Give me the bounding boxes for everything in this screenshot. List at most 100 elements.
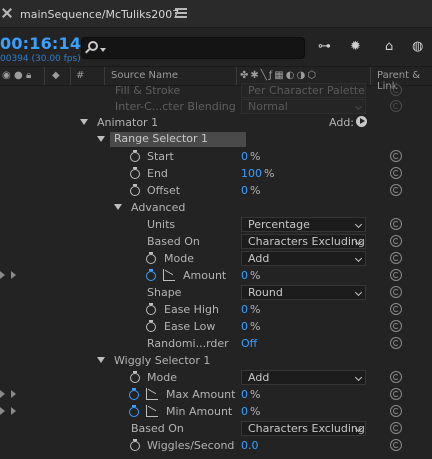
mode-dropdown[interactable]: Add [241, 251, 366, 266]
pickwhip-icon[interactable] [390, 252, 402, 264]
randomize-order-toggle[interactable]: Off [241, 337, 257, 350]
current-time-display[interactable]: 00:16:14 [0, 34, 81, 53]
pickwhip-icon[interactable] [390, 235, 402, 247]
stopwatch-icon[interactable] [130, 439, 141, 451]
pickwhip-icon[interactable] [390, 439, 402, 451]
draft-3d-icon[interactable]: ✹ [350, 39, 361, 54]
pickwhip-icon[interactable] [390, 184, 402, 196]
layer-number-header: # [76, 70, 85, 81]
stopwatch-icon[interactable] [129, 388, 140, 400]
keyframe-nav-icon[interactable] [11, 271, 16, 279]
pickwhip-icon[interactable] [390, 150, 402, 162]
property-row: Mode Add [0, 250, 432, 267]
stopwatch-icon[interactable] [146, 320, 157, 332]
expand-triangle-icon[interactable] [97, 136, 105, 142]
pickwhip-icon[interactable] [390, 84, 402, 96]
motion-blur-icon[interactable]: ◍ [412, 39, 423, 54]
stopwatch-icon[interactable] [130, 371, 141, 383]
source-name-header[interactable]: Source Name [111, 70, 178, 81]
property-row: Mode Add [0, 369, 432, 386]
stopwatch-icon[interactable] [146, 303, 157, 315]
property-row: End 100% [0, 165, 432, 182]
graph-icon[interactable] [146, 405, 158, 417]
pickwhip-icon[interactable] [390, 286, 402, 298]
graph-icon[interactable] [146, 388, 158, 400]
animator-row[interactable]: Animator 1 Add: [0, 114, 432, 131]
keyframe-nav-icon[interactable] [0, 407, 5, 415]
stopwatch-icon[interactable] [130, 184, 141, 196]
offset-value[interactable]: 0% [241, 184, 260, 197]
expand-triangle-icon[interactable] [114, 204, 122, 210]
start-value[interactable]: 0% [241, 150, 260, 163]
layer-switches-icons: ✤✱╲ƒ▦◐◑⬡ [240, 70, 318, 81]
search-icon [88, 41, 98, 51]
pickwhip-icon[interactable] [390, 371, 402, 383]
pickwhip-icon[interactable] [390, 100, 402, 112]
property-list: Fill & Stroke Per Character Palette Inte… [0, 83, 432, 459]
stopwatch-icon[interactable] [129, 405, 140, 417]
shape-dropdown[interactable]: Round [241, 285, 366, 300]
wiggly-mode-dropdown[interactable]: Add [241, 370, 366, 385]
property-row: Based On Characters Excluding Spaces [0, 233, 432, 250]
property-row: Max Amount 0% [0, 386, 432, 403]
stopwatch-icon[interactable] [130, 150, 141, 162]
keyframe-nav-icon[interactable] [0, 271, 5, 279]
range-selector-name[interactable]: Range Selector 1 [110, 132, 247, 147]
expand-triangle-icon[interactable] [80, 119, 88, 125]
pickwhip-icon[interactable] [390, 422, 402, 434]
blending-dropdown[interactable]: Normal [241, 99, 366, 114]
comp-flowchart-icon[interactable]: ⊶ [318, 39, 331, 54]
pickwhip-icon[interactable] [390, 405, 402, 417]
label-tag-icon[interactable]: ◆ [52, 70, 60, 81]
pickwhip-icon[interactable] [390, 269, 402, 281]
property-row: Start 0% [0, 148, 432, 165]
keyframe-nav-icon[interactable] [11, 407, 16, 415]
property-row: Wiggles/Second 0.0 [0, 437, 432, 454]
stopwatch-icon[interactable] [130, 167, 141, 179]
graph-icon[interactable] [163, 269, 175, 281]
composition-tab-title[interactable]: mainSequence/McTuliks2007 [20, 8, 179, 21]
property-row: Units Percentage [0, 216, 432, 233]
fill-stroke-dropdown[interactable]: Per Character Palette [241, 83, 366, 98]
min-amount-value[interactable]: 0% [241, 405, 260, 418]
frame-rate-display: 00394 (30.00 fps) [0, 54, 81, 64]
selector-row[interactable]: Range Selector 1 [0, 131, 432, 148]
pickwhip-icon[interactable] [390, 218, 402, 230]
pickwhip-icon[interactable] [390, 388, 402, 400]
add-menu-label[interactable]: Add: [329, 116, 354, 129]
property-row: Shape Round [0, 284, 432, 301]
pickwhip-icon[interactable] [390, 337, 402, 349]
wiggles-per-second-value[interactable]: 0.0 [241, 439, 259, 452]
keyframe-nav-icon[interactable] [0, 390, 5, 398]
pickwhip-icon[interactable] [390, 167, 402, 179]
stopwatch-icon[interactable] [146, 252, 157, 264]
selector-row[interactable]: Wiggly Selector 1 [0, 352, 432, 369]
animator-name[interactable]: Animator 1 [97, 116, 158, 129]
panel-tab-bar: mainSequence/McTuliks2007 [0, 0, 432, 28]
ease-high-value[interactable]: 0% [241, 303, 260, 316]
units-dropdown[interactable]: Percentage [241, 217, 366, 232]
add-menu-button[interactable] [356, 116, 367, 127]
expand-triangle-icon[interactable] [97, 357, 105, 363]
group-row[interactable]: Advanced [0, 199, 432, 216]
chevron-down-icon [100, 48, 106, 52]
based-on-dropdown[interactable]: Characters Excluding Spaces [241, 234, 366, 249]
solo-icon[interactable]: ● [14, 70, 23, 81]
lock-icon[interactable]: 🔒︎ [26, 70, 31, 81]
max-amount-value[interactable]: 0% [241, 388, 260, 401]
close-icon[interactable] [2, 8, 12, 18]
search-input[interactable] [81, 37, 305, 59]
stopwatch-icon[interactable] [146, 269, 157, 281]
pickwhip-icon[interactable] [390, 320, 402, 332]
ease-low-value[interactable]: 0% [241, 320, 260, 333]
keyframe-nav-icon[interactable] [11, 390, 16, 398]
property-row: Offset 0% [0, 182, 432, 199]
panel-menu-icon[interactable] [175, 8, 187, 18]
end-value[interactable]: 100% [241, 167, 274, 180]
video-switch-icon[interactable]: ◉ [2, 70, 11, 81]
frame-blending-icon[interactable]: ⌂ [385, 39, 393, 54]
wiggly-selector-name[interactable]: Wiggly Selector 1 [114, 354, 210, 367]
wiggly-based-on-dropdown[interactable]: Characters Excluding Spaces [241, 421, 366, 436]
pickwhip-icon[interactable] [390, 303, 402, 315]
amount-value[interactable]: 0% [241, 269, 260, 282]
